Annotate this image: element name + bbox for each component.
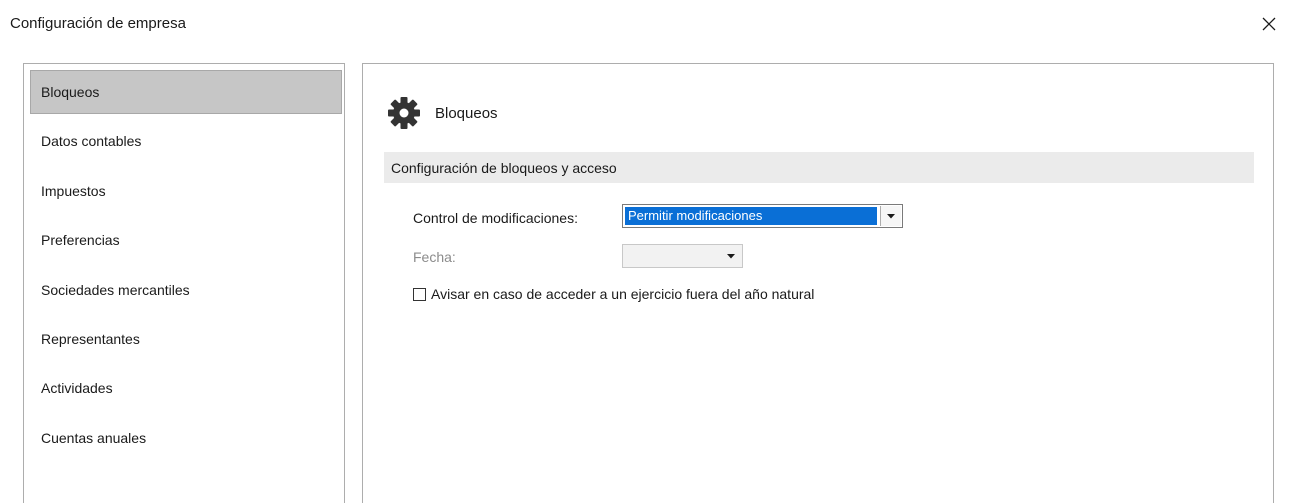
sidebar-item-bloqueos[interactable]: Bloqueos [30,70,342,114]
chevron-down-icon [887,213,895,218]
gear-icon [388,97,420,129]
sidebar-item-label: Actividades [41,380,113,396]
sidebar-item-cuentas-anuales[interactable]: Cuentas anuales [30,416,342,460]
section-header: Configuración de bloqueos y acceso [384,152,1254,183]
dropdown-button[interactable] [722,247,740,265]
checkbox-box[interactable] [413,287,426,301]
panel-header: Bloqueos [386,93,498,133]
section-title: Configuración de bloqueos y acceso [391,160,617,176]
sidebar-item-label: Datos contables [41,133,142,149]
checkbox-label: Avisar en caso de acceder a un ejercicio… [431,286,815,302]
control-modificaciones-select[interactable]: Permitir modificaciones [622,204,903,228]
sidebar-item-label: Representantes [41,331,140,347]
sidebar-item-actividades[interactable]: Actividades [30,366,342,410]
sidebar-item-impuestos[interactable]: Impuestos [30,169,342,213]
control-modificaciones-label: Control de modificaciones: [413,210,578,226]
sidebar: Bloqueos Datos contables Impuestos Prefe… [23,63,345,503]
title-bar: Configuración de empresa [0,0,1291,50]
fecha-label: Fecha: [413,249,456,265]
sidebar-item-datos-contables[interactable]: Datos contables [30,119,342,163]
fecha-select[interactable] [622,244,743,268]
close-icon [1262,17,1276,31]
sidebar-item-representantes[interactable]: Representantes [30,317,342,361]
dropdown-button[interactable] [880,206,901,226]
aviso-ejercicio-checkbox[interactable]: Avisar en caso de acceder a un ejercicio… [413,286,814,302]
dialog-content: Bloqueos Datos contables Impuestos Prefe… [0,50,1291,503]
control-modificaciones-value: Permitir modificaciones [625,207,877,225]
close-button[interactable] [1255,10,1283,38]
sidebar-item-preferencias[interactable]: Preferencias [30,218,342,262]
sidebar-item-label: Bloqueos [41,84,100,100]
window-title: Configuración de empresa [10,15,186,32]
sidebar-item-label: Sociedades mercantiles [41,282,190,298]
sidebar-item-label: Preferencias [41,232,120,248]
sidebar-item-sociedades-mercantiles[interactable]: Sociedades mercantiles [30,268,342,312]
sidebar-item-label: Impuestos [41,183,106,199]
sidebar-item-label: Cuentas anuales [41,430,147,446]
settings-panel: Bloqueos Configuración de bloqueos y acc… [362,63,1274,503]
panel-title: Bloqueos [435,104,498,122]
chevron-down-icon [727,253,735,258]
